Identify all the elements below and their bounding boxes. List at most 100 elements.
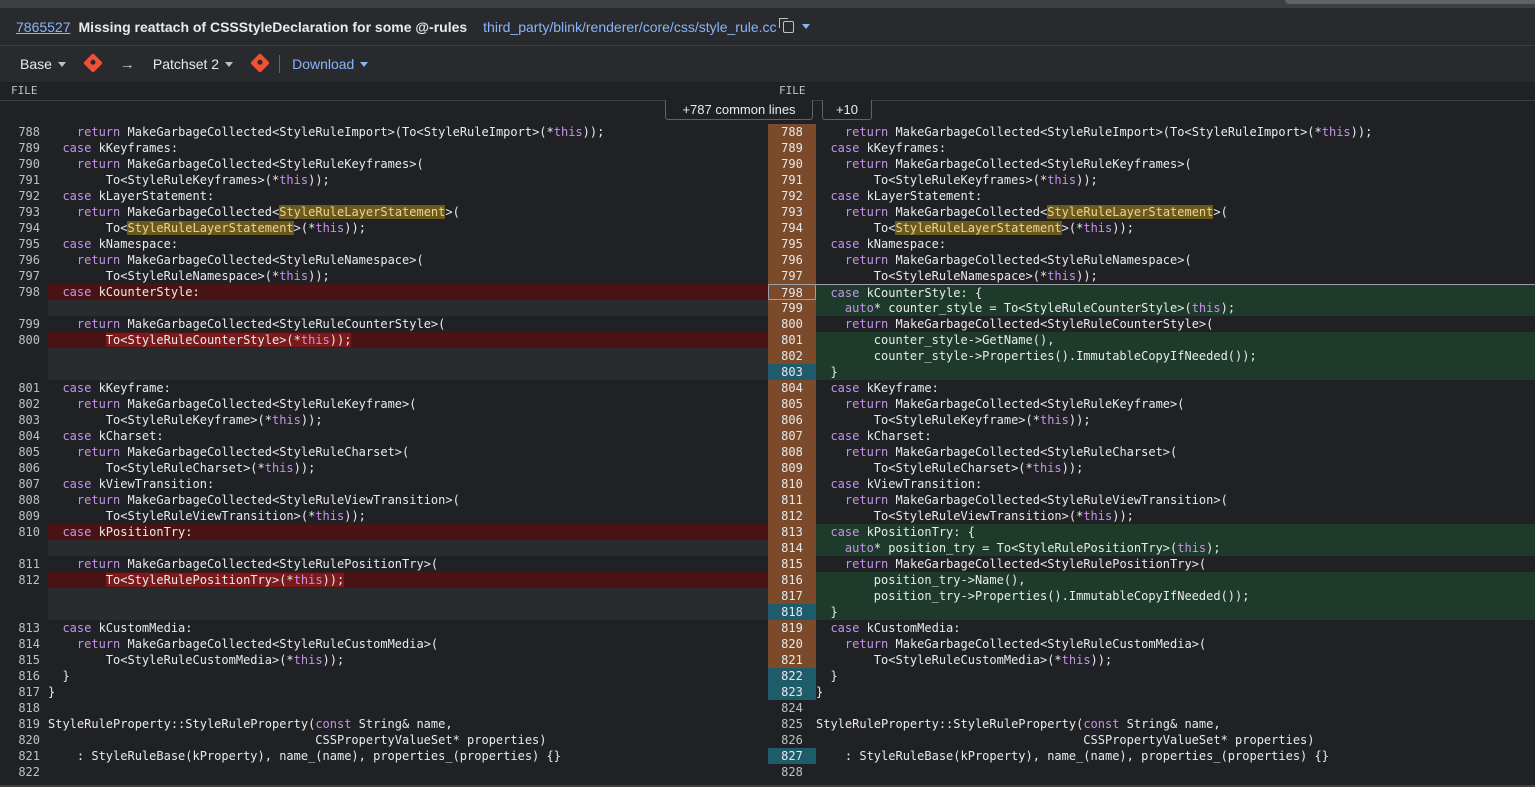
browser-top-strip [0,0,1535,8]
left-line-number[interactable]: 801 [0,380,40,396]
left-line-number[interactable]: 820 [0,732,40,748]
left-line-number[interactable]: 796 [0,252,40,268]
left-line-number[interactable]: 809 [0,508,40,524]
left-line-number[interactable]: 803 [0,412,40,428]
right-line-number[interactable]: 803 [768,364,816,380]
left-line-number[interactable]: 806 [0,460,40,476]
right-line-number[interactable]: 824 [768,700,816,716]
right-line-number[interactable]: 819 [768,620,816,636]
left-line-number[interactable]: 812 [0,572,40,588]
left-line-number[interactable]: 813 [0,620,40,636]
download-dropdown[interactable]: Download [292,56,369,72]
left-line-number[interactable]: 799 [0,316,40,332]
left-line-number[interactable]: 807 [0,476,40,492]
left-line-number[interactable]: 794 [0,220,40,236]
right-line-number[interactable]: 808 [768,444,816,460]
left-line-number[interactable]: 800 [0,332,40,348]
left-line-number[interactable]: 798 [0,284,40,300]
patchset-dropdown[interactable]: Patchset 2 [153,56,234,72]
diff-row: 817} 823} [0,684,1535,700]
right-line-number[interactable]: 815 [768,556,816,572]
base-git-button[interactable] [83,52,103,73]
right-line-number[interactable]: 809 [768,460,816,476]
right-line-number[interactable]: 807 [768,428,816,444]
left-line-number[interactable]: 817 [0,684,40,700]
left-line-number[interactable]: 816 [0,668,40,684]
right-line-number[interactable]: 800 [768,316,816,332]
right-line-number[interactable]: 814 [768,540,816,556]
diff-row: 805 return MakeGarbageCollected<StyleRul… [0,444,1535,460]
right-line-number[interactable]: 820 [768,636,816,652]
right-line-number[interactable]: 798 [768,284,816,300]
right-line-number[interactable]: 821 [768,652,816,668]
right-line-number[interactable]: 817 [768,588,816,604]
left-line-number[interactable]: 822 [0,764,40,780]
right-line-number[interactable]: 818 [768,604,816,620]
right-code-line [816,700,1535,716]
right-line-number[interactable]: 794 [768,220,816,236]
right-line-number[interactable]: 812 [768,508,816,524]
patchset-git-button[interactable] [250,52,270,73]
left-line-number[interactable]: 788 [0,124,40,140]
file-path-link[interactable]: third_party/blink/renderer/core/css/styl… [483,19,776,35]
file-dropdown-icon[interactable] [801,24,810,29]
right-line-number[interactable]: 799 [768,300,816,316]
right-line-number[interactable]: 811 [768,492,816,508]
left-line-number[interactable]: 797 [0,268,40,284]
right-line-number[interactable]: 823 [768,684,816,700]
right-line-number[interactable]: 827 [768,748,816,764]
left-line-number[interactable]: 819 [0,716,40,732]
right-line-number[interactable]: 796 [768,252,816,268]
copy-icon[interactable] [778,17,794,33]
right-line-number[interactable]: 828 [768,764,816,780]
right-line-number[interactable]: 810 [768,476,816,492]
right-line-number[interactable]: 791 [768,172,816,188]
left-line-number[interactable]: 795 [0,236,40,252]
right-line-number[interactable]: 789 [768,140,816,156]
left-line-number[interactable]: 802 [0,396,40,412]
left-line-number[interactable]: 804 [0,428,40,444]
left-line-number[interactable]: 811 [0,556,40,572]
right-line-number[interactable]: 806 [768,412,816,428]
left-line-number[interactable]: 814 [0,636,40,652]
right-line-number[interactable]: 801 [768,332,816,348]
right-line-number[interactable]: 793 [768,204,816,220]
left-line-number[interactable]: 810 [0,524,40,540]
right-line-number[interactable]: 826 [768,732,816,748]
right-line-number[interactable]: 804 [768,380,816,396]
git-icon [83,52,103,73]
right-line-number[interactable]: 795 [768,236,816,252]
left-line-number[interactable]: 815 [0,652,40,668]
base-dropdown[interactable]: Base [20,56,66,72]
left-line-number[interactable]: 793 [0,204,40,220]
left-line-number[interactable]: 805 [0,444,40,460]
left-line-number[interactable]: 821 [0,748,40,764]
right-line-number[interactable]: 790 [768,156,816,172]
left-code-line: To<StyleRuleNamespace>(*this)); [48,269,330,283]
expand-more-button[interactable]: +10 [822,100,872,120]
right-line-number[interactable]: 822 [768,668,816,684]
right-line-number[interactable]: 825 [768,716,816,732]
left-line-number[interactable]: 790 [0,156,40,172]
right-line-number[interactable]: 816 [768,572,816,588]
left-line-number[interactable]: 789 [0,140,40,156]
right-code-line: case kViewTransition: [830,477,983,491]
right-line-number[interactable]: 805 [768,396,816,412]
left-line-number[interactable]: 818 [0,700,40,716]
left-line-number[interactable]: 792 [0,188,40,204]
right-line-number[interactable]: 802 [768,348,816,364]
left-code-line: return MakeGarbageCollected<StyleRuleNam… [76,253,424,267]
toolbar-divider [279,55,281,73]
right-code-line: case kCounterStyle: { [816,284,1535,300]
common-lines-button[interactable]: +787 common lines [665,100,813,120]
right-code-line: To<StyleRuleCustomMedia>(*this)); [816,653,1113,667]
change-number-link[interactable]: 7865527 [16,19,71,35]
right-line-number[interactable]: 813 [768,524,816,540]
base-label: Base [20,56,52,72]
left-line-number[interactable]: 808 [0,492,40,508]
right-line-number[interactable]: 797 [768,268,816,284]
right-line-number[interactable]: 792 [768,188,816,204]
right-code-line: return MakeGarbageCollected<StyleRuleKey… [844,157,1192,171]
right-line-number[interactable]: 788 [768,124,816,140]
left-line-number[interactable]: 791 [0,172,40,188]
